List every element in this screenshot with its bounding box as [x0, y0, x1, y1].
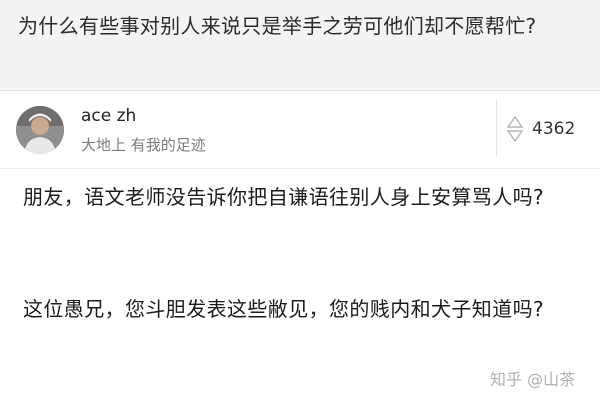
- author-bar: ace zh 大地上 有我的足迹 4362: [0, 94, 600, 164]
- author-divider: [0, 168, 600, 169]
- avatar[interactable]: [16, 106, 64, 154]
- header-divider: [0, 90, 600, 91]
- author-name[interactable]: ace zh: [81, 106, 136, 126]
- question-header: 为什么有些事对别人来说只是举手之劳可他们却不愿帮忙?: [0, 0, 600, 90]
- author-bio: 大地上 有我的足迹: [81, 136, 206, 154]
- vote-button[interactable]: 4362: [506, 112, 594, 146]
- answer-paragraph: 朋友，语文老师没告诉你把自谦语往别人身上安算骂人吗?: [23, 185, 545, 209]
- vote-arrows-icon: [506, 115, 524, 143]
- user-avatar-icon: [16, 106, 64, 154]
- watermark: 知乎 @山茶: [490, 370, 576, 389]
- question-title[interactable]: 为什么有些事对别人来说只是举手之劳可他们却不愿帮忙?: [18, 10, 582, 42]
- vote-count: 4362: [532, 119, 576, 139]
- vote-separator: [496, 100, 497, 156]
- answer-paragraph: 这位愚兄，您斗胆发表这些敝见，您的贱内和犬子知道吗?: [23, 297, 545, 321]
